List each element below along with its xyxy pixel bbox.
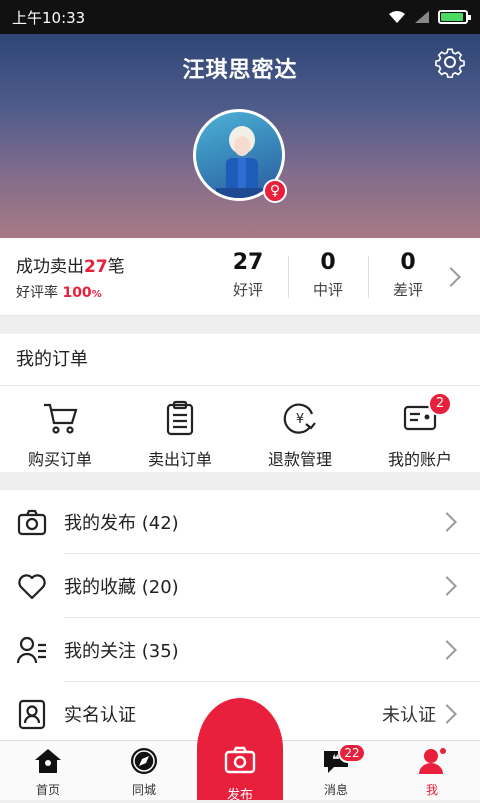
good-count: 27 (232, 250, 264, 275)
order-item-label: 退款管理 (267, 450, 332, 469)
chevron-right-icon (437, 704, 457, 724)
bad-count: 0 (400, 250, 416, 275)
good-label: 好评 (232, 281, 263, 299)
rate-number: 100 (62, 285, 92, 301)
home-icon (35, 749, 61, 773)
status-icons (388, 10, 471, 24)
seller-stats[interactable]: 成功卖出27笔 好评率 100% 27 好评 0 中评 0 差评 (0, 238, 480, 316)
heart-icon (18, 574, 46, 600)
order-item-refund[interactable]: ¥ 退款管理 (240, 386, 360, 470)
sold-summary: 成功卖出27笔 (16, 252, 125, 277)
cart-icon (44, 403, 78, 434)
tab-messages[interactable]: ❝ 22 消息 (288, 741, 384, 800)
chevron-right-icon (437, 512, 457, 532)
tab-label: 我 (425, 783, 438, 797)
page-title: 汪琪思密达 (182, 58, 298, 83)
account-badge: 2 (428, 392, 452, 416)
wifi-icon (389, 11, 405, 23)
signal-icon (415, 11, 429, 23)
status-time: 上午10:33 (12, 8, 86, 27)
menu-item-label: 我的收藏 (20) (64, 577, 179, 598)
publish-button[interactable]: 发布 (197, 698, 283, 803)
messages-badge: 22 (338, 743, 366, 763)
rate-unit: % (91, 289, 102, 300)
tab-label: 消息 (323, 783, 348, 797)
order-item-label: 卖出订单 (147, 450, 212, 469)
bad-label: 差评 (392, 281, 423, 299)
stat-good: 27 好评 (208, 250, 288, 300)
status-bar: 上午10:33 (0, 0, 480, 34)
stat-bad: 0 差评 (368, 250, 448, 300)
camera-icon (17, 509, 47, 536)
chevron-right-icon (437, 640, 457, 660)
camera-icon (224, 746, 256, 774)
order-item-label: 购买订单 (27, 450, 92, 469)
menu-item-my-posts[interactable]: 我的发布 (42) (0, 490, 480, 554)
gear-icon[interactable] (434, 46, 466, 78)
verification-status: 未认证 (382, 705, 436, 726)
menu-item-following[interactable]: 我的关注 (35) (0, 618, 480, 682)
battery-icon (438, 10, 471, 24)
menu-item-favorites[interactable]: 我的收藏 (20) (0, 554, 480, 618)
tab-home[interactable]: 首页 (0, 741, 96, 800)
order-item-sold[interactable]: 卖出订单 (120, 386, 240, 470)
sold-count: 27 (84, 257, 108, 277)
compass-icon (131, 748, 157, 774)
tab-label: 首页 (35, 783, 60, 797)
follow-icon (16, 636, 46, 664)
menu-item-label: 我的发布 (42) (64, 513, 179, 534)
menu-item-label: 实名认证 (64, 705, 136, 726)
clipboard-icon (166, 400, 194, 436)
female-icon: ♀ (263, 179, 287, 203)
sold-suffix: 笔 (107, 257, 125, 277)
rate-value: 100% (62, 285, 101, 301)
order-item-label: 我的账户 (387, 450, 452, 469)
svg-text:¥: ¥ (296, 412, 304, 427)
my-orders-section: 我的订单 购买订单 卖出订单 ¥ 退款管理 2 我的账户 (0, 334, 480, 472)
order-item-purchase[interactable]: 购买订单 (0, 386, 120, 470)
tab-label: 同城 (131, 783, 156, 797)
profile-header: 汪琪思密达 ♀ (0, 34, 480, 238)
tab-city[interactable]: 同城 (96, 741, 192, 800)
id-card-icon (18, 699, 46, 730)
rating-summary: 好评率 100% (16, 282, 102, 302)
menu-item-label: 我的关注 (35) (64, 641, 179, 662)
orders-title[interactable]: 我的订单 (0, 334, 480, 386)
refund-icon: ¥ (283, 403, 316, 434)
neutral-count: 0 (320, 250, 336, 275)
stat-neutral: 0 中评 (288, 250, 368, 300)
tab-me[interactable]: 我 (384, 741, 480, 800)
rate-label: 好评率 (16, 285, 58, 301)
sold-prefix: 成功卖出 (16, 257, 84, 277)
neutral-label: 中评 (312, 281, 343, 299)
order-item-account[interactable]: 2 我的账户 (360, 386, 480, 470)
publish-label: 发布 (226, 788, 253, 803)
chevron-right-icon (437, 576, 457, 596)
user-icon (419, 748, 446, 774)
